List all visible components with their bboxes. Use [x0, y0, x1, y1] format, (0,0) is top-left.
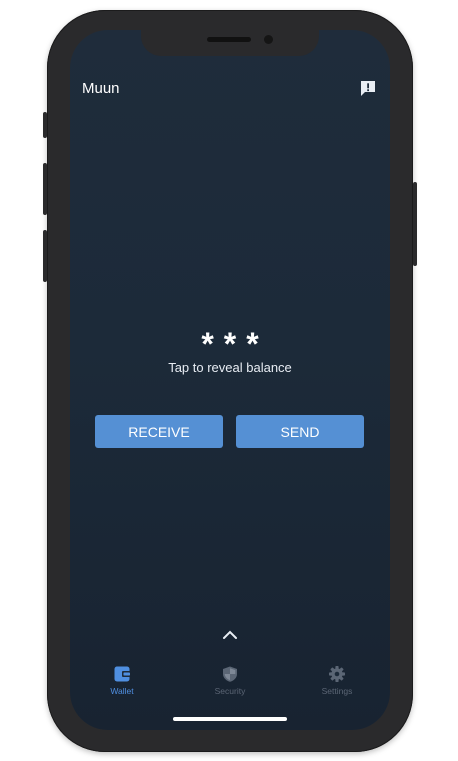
front-camera [264, 35, 273, 44]
nav-item-wallet[interactable]: Wallet [82, 665, 162, 696]
send-button[interactable]: SEND [236, 415, 364, 448]
nav-item-security[interactable]: Security [190, 665, 270, 696]
notch [141, 30, 319, 56]
reveal-balance-hint[interactable]: Tap to reveal balance [70, 360, 390, 375]
masked-balance[interactable]: *** [70, 326, 390, 363]
wallet-icon [114, 666, 130, 682]
volume-down-button [43, 230, 47, 282]
app-screen: Muun *** Tap to reveal balance RECEIVE S… [70, 30, 390, 730]
home-indicator[interactable] [173, 717, 287, 721]
nav-label-settings: Settings [321, 686, 353, 696]
volume-up-button [43, 163, 47, 215]
power-button [413, 182, 417, 266]
gear-icon [329, 666, 345, 682]
mute-switch [43, 112, 47, 138]
app-title: Muun [82, 80, 120, 97]
feedback-icon[interactable] [359, 79, 377, 97]
nav-label-wallet: Wallet [110, 686, 134, 696]
nav-item-settings[interactable]: Settings [297, 665, 377, 696]
speaker-grille [207, 37, 251, 42]
nav-label-security: Security [214, 686, 246, 696]
chevron-up-icon[interactable] [220, 628, 240, 642]
bottom-navigation: Wallet Security Settings [70, 665, 390, 705]
receive-button[interactable]: RECEIVE [95, 415, 223, 448]
shield-icon [223, 666, 237, 682]
